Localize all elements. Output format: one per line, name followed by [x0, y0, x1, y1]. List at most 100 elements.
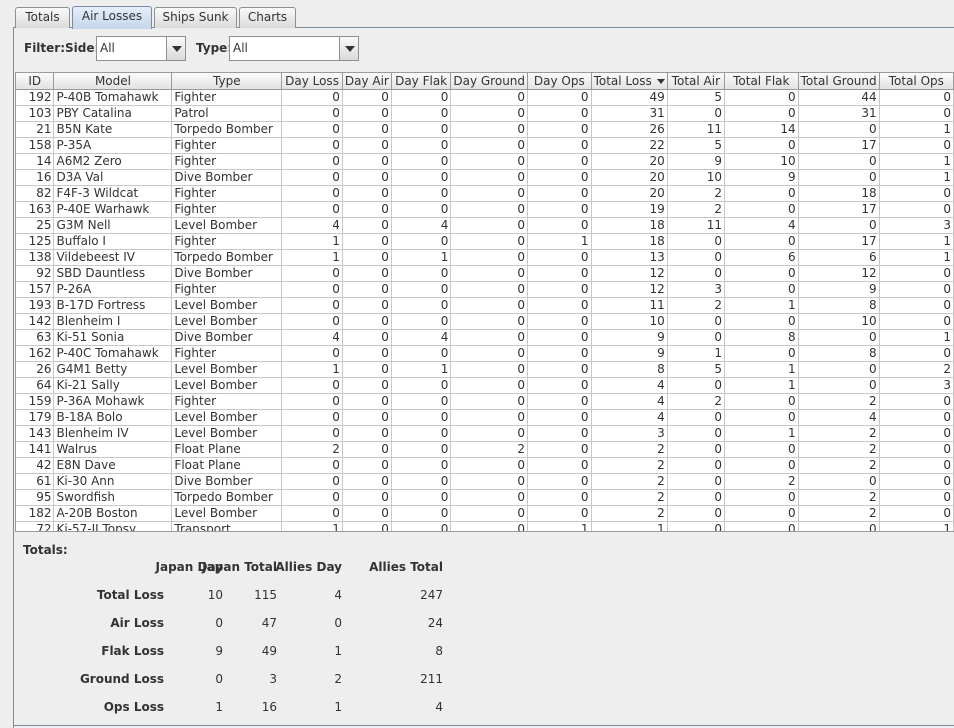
- table-row[interactable]: 141 Walrus Float Plane 2 0 0 2 0 2 0 0 2 0: [16, 441, 954, 458]
- chevron-down-icon[interactable]: [339, 37, 358, 60]
- table-row[interactable]: 163 P-40E Warhawk Fighter 0 0 0 0 0 19 2 0 17 0: [16, 201, 954, 218]
- table-row[interactable]: 61 Ki-30 Ann Dive Bomber 0 0 0 0 0 2 0 2 0 0: [16, 473, 954, 490]
- table-row[interactable]: 157 P-26A Fighter 0 0 0 0 0 12 3 0 9 0: [16, 281, 954, 298]
- tab-bar: Totals Air Losses Ships Sunk Charts: [0, 0, 954, 29]
- table-row[interactable]: 95 Swordfish Torpedo Bomber 0 0 0 0 0 2 0 0 2 0: [16, 489, 954, 506]
- column-header-total-ops[interactable]: Total Ops: [879, 73, 954, 90]
- air-losses-table-container[interactable]: ID Model Type Day Loss Day Air Day Flak Day Gr…: [15, 72, 954, 532]
- totals-row-label: Total Loss: [96, 588, 164, 602]
- totals-value: 4: [334, 588, 342, 602]
- table-cell: 0: [879, 281, 954, 298]
- table-row[interactable]: 162 P-40C Tomahawk Fighter 0 0 0 0 0 9 1 0 8 0: [16, 345, 954, 362]
- totals-value: 1: [334, 644, 342, 658]
- table-row[interactable]: 182 A-20B Boston Level Bomber 0 0 0 0 0 2 0 0 2 0: [16, 505, 954, 522]
- table-row[interactable]: 138 Vildebeest IV Torpedo Bomber 1 0 1 0 0 13 0 6 6…: [16, 249, 954, 266]
- table-row[interactable]: 72 Ki-57-II Topsy Transport 1 0 0 0 1 1 0 0 0 1: [16, 521, 954, 531]
- column-header-type[interactable]: Type: [171, 73, 283, 90]
- column-header-total-ground[interactable]: Total Ground: [798, 73, 880, 90]
- table-cell: 0: [391, 281, 452, 298]
- table-cell: 49: [591, 89, 668, 106]
- table-cell: 9: [724, 169, 799, 186]
- column-header-label: Day Flak: [395, 73, 448, 88]
- column-header-day-air[interactable]: Day Air: [342, 73, 392, 90]
- table-cell: 0: [667, 521, 725, 531]
- table-row[interactable]: 42 E8N Dave Float Plane 0 0 0 0 0 2 0 0 2 0: [16, 457, 954, 474]
- table-row[interactable]: 64 Ki-21 Sally Level Bomber 0 0 0 0 0 4 0 1 0 3: [16, 377, 954, 394]
- type-select[interactable]: All: [229, 36, 359, 61]
- table-row[interactable]: 63 Ki-51 Sonia Dive Bomber 4 0 4 0 0 9 0 8 0 1: [16, 329, 954, 346]
- table-cell: 0: [450, 361, 529, 378]
- sort-descending-icon: [656, 78, 665, 84]
- table-cell: 0: [724, 185, 799, 202]
- table-cell: 0: [798, 169, 880, 186]
- table-row[interactable]: 179 B-18A Bolo Level Bomber 0 0 0 0 0 4 0 0 4 0: [16, 409, 954, 426]
- column-header-total-flak[interactable]: Total Flak: [724, 73, 799, 90]
- column-header-id[interactable]: ID: [16, 73, 55, 90]
- table-row[interactable]: 142 Blenheim I Level Bomber 0 0 0 0 0 10 0 0 10 0: [16, 313, 954, 330]
- table-row[interactable]: 92 SBD Dauntless Dive Bomber 0 0 0 0 0 12 0 0 12 0: [16, 265, 954, 282]
- table-row[interactable]: 158 P-35A Fighter 0 0 0 0 0 22 5 0 17 0: [16, 137, 954, 154]
- table-row[interactable]: 26 G4M1 Betty Level Bomber 1 0 1 0 0 8 5 1 0 2: [16, 361, 954, 378]
- table-cell: 0: [527, 473, 592, 490]
- table-row[interactable]: 82 F4F-3 Wildcat Fighter 0 0 0 0 0 20 2 0 18 0: [16, 185, 954, 202]
- table-cell: 2: [798, 393, 880, 410]
- table-cell: 0: [450, 489, 529, 506]
- table-row[interactable]: 103 PBY Catalina Patrol 0 0 0 0 0 31 0 0 31 0: [16, 105, 954, 122]
- table-cell: 0: [667, 409, 725, 426]
- table-cell: 1: [879, 249, 954, 266]
- totals-row-label: Air Loss: [110, 616, 164, 630]
- table-cell: Fighter: [171, 153, 283, 170]
- table-cell: 12: [591, 265, 668, 282]
- chevron-down-icon[interactable]: [166, 37, 185, 60]
- table-cell: 0: [527, 345, 592, 362]
- table-cell: 0: [450, 121, 529, 138]
- table-row[interactable]: 14 A6M2 Zero Fighter 0 0 0 0 0 20 9 10 0 1: [16, 153, 954, 170]
- tab-air-losses[interactable]: Air Losses: [72, 6, 152, 29]
- column-header-model[interactable]: Model: [53, 73, 173, 90]
- column-header-total-air[interactable]: Total Air: [667, 73, 725, 90]
- totals-value: 3: [269, 672, 277, 686]
- table-cell: 5: [667, 361, 725, 378]
- side-select[interactable]: All: [96, 36, 186, 61]
- table-cell: 0: [527, 297, 592, 314]
- table-row[interactable]: 143 Blenheim IV Level Bomber 0 0 0 0 0 3 0 1 2 0: [16, 425, 954, 442]
- column-header-day-ops[interactable]: Day Ops: [527, 73, 592, 90]
- column-header-label: Day Air: [344, 73, 389, 88]
- table-cell: 0: [879, 473, 954, 490]
- table-cell: Level Bomber: [171, 361, 283, 378]
- table-cell: 0: [527, 361, 592, 378]
- column-header-day-flak[interactable]: Day Flak: [391, 73, 452, 90]
- totals-value: 16: [261, 700, 277, 714]
- tab-charts[interactable]: Charts: [239, 7, 296, 28]
- table-cell: 0: [281, 297, 343, 314]
- table-row[interactable]: 25 G3M Nell Level Bomber 4 0 4 0 0 18 11 4 0 3: [16, 217, 954, 234]
- table-row[interactable]: 16 D3A Val Dive Bomber 0 0 0 0 0 20 10 9 0 1: [16, 169, 954, 186]
- table-cell: 0: [667, 105, 725, 122]
- totals-value: 8: [435, 644, 443, 658]
- totals-column-header: Allies Day: [275, 560, 342, 574]
- table-row[interactable]: 125 Buffalo I Fighter 1 0 0 0 1 18 0 0 17 1: [16, 233, 954, 250]
- table-cell: Level Bomber: [171, 425, 283, 442]
- table-cell: 17: [798, 233, 880, 250]
- tab-totals[interactable]: Totals: [15, 7, 70, 28]
- table-cell: 193: [16, 297, 55, 314]
- table-row[interactable]: 159 P-36A Mohawk Fighter 0 0 0 0 0 4 2 0 2 0: [16, 393, 954, 410]
- totals-column-header: Allies Total: [369, 560, 443, 574]
- table-cell: 0: [342, 265, 392, 282]
- table-cell: 2: [879, 361, 954, 378]
- table-row[interactable]: 21 B5N Kate Torpedo Bomber 0 0 0 0 0 26 11 14 0 1: [16, 121, 954, 138]
- table-row[interactable]: 193 B-17D Fortress Level Bomber 0 0 0 0 0 11 2 1 8 0: [16, 297, 954, 314]
- column-header-total-loss[interactable]: Total Loss: [591, 73, 668, 90]
- table-cell: 20: [591, 185, 668, 202]
- table-cell: 0: [450, 105, 529, 122]
- table-cell: 1: [527, 233, 592, 250]
- table-cell: 2: [281, 441, 343, 458]
- column-header-day-loss[interactable]: Day Loss: [281, 73, 343, 90]
- tab-ships-sunk[interactable]: Ships Sunk: [154, 7, 237, 28]
- table-cell: 9: [591, 345, 668, 362]
- table-cell: 0: [281, 473, 343, 490]
- table-row[interactable]: 192 P-40B Tomahawk Fighter 0 0 0 0 0 49 5 0 44 0: [16, 89, 954, 106]
- table-cell: 3: [879, 377, 954, 394]
- column-header-day-ground[interactable]: Day Ground: [450, 73, 529, 90]
- table-cell: Patrol: [171, 105, 283, 122]
